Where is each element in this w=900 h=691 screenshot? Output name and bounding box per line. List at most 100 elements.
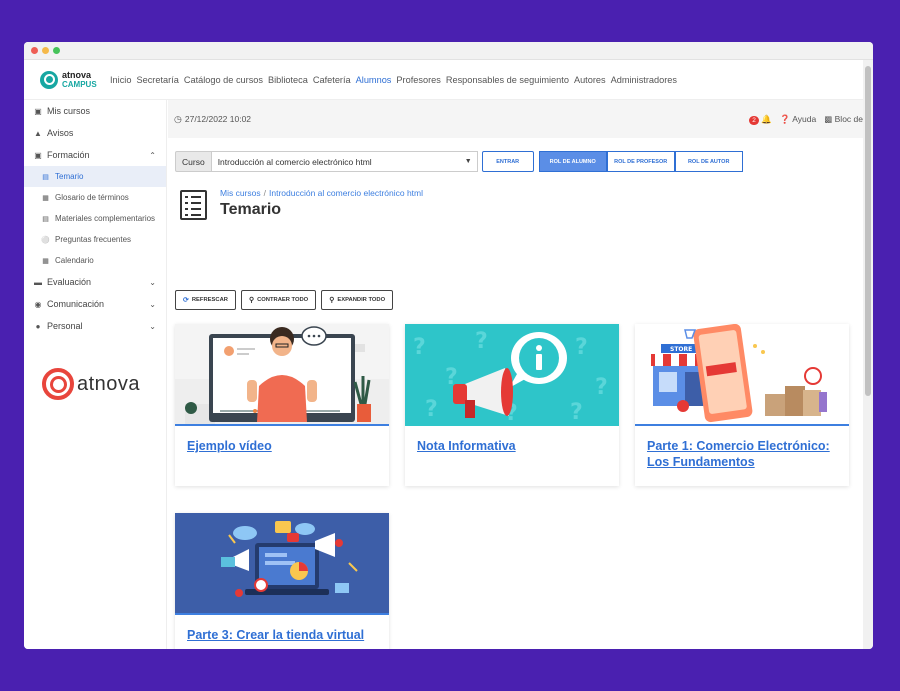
refresh-icon: ⟳: [183, 297, 189, 304]
help-link[interactable]: ❓ Ayuda: [780, 114, 816, 125]
help-label: Ayuda: [792, 113, 817, 124]
sidebar-subitem-calendario[interactable]: ▦ Calendario: [24, 250, 166, 271]
users-icon: ●: [35, 321, 41, 331]
lesson-card[interactable]: Ejemplo vídeo: [175, 324, 389, 486]
book-icon: ▣: [34, 106, 42, 116]
nav-link-administradores[interactable]: Administradores: [611, 75, 677, 85]
vertical-scrollbar[interactable]: [863, 60, 873, 649]
role-author-button[interactable]: ROL DE AUTOR: [674, 151, 743, 172]
sidebar-item-evaluacion[interactable]: ▬ Evaluación ⌄: [24, 271, 166, 293]
digital-marketing-illustration: [175, 513, 389, 613]
enter-button[interactable]: ENTRAR: [481, 151, 534, 172]
nav-link-profesores[interactable]: Profesores: [396, 75, 440, 85]
caret-down-icon: ▼: [464, 158, 472, 165]
sidebar-item-personal[interactable]: ● Personal ⌄: [24, 315, 166, 337]
notification-count-badge: 2: [749, 115, 759, 125]
nav-link-biblioteca[interactable]: Biblioteca: [268, 75, 308, 85]
zoom-in-icon: ⚲: [329, 297, 335, 304]
zoom-out-icon: ⚲: [248, 297, 255, 304]
expand-all-button[interactable]: ⚲ EXPANDIR TODO: [321, 290, 394, 310]
campus-logo[interactable]: atnova CAMPUS: [40, 69, 110, 89]
sidebar-subitem-glosario[interactable]: ▦ Glosario de términos: [24, 187, 166, 208]
breadcrumb-root-link[interactable]: Mis cursos: [220, 188, 261, 198]
logo-icon: [40, 70, 58, 89]
card-title[interactable]: Parte 3: Crear la tienda virtual: [175, 615, 389, 649]
svg-text:?: ?: [575, 335, 588, 360]
svg-text:?: ?: [425, 397, 438, 422]
card-title[interactable]: Ejemplo vídeo: [175, 426, 389, 466]
notes-icon: ▩: [824, 113, 833, 124]
sidebar-item-mis-cursos[interactable]: ▣ Mis cursos: [24, 100, 166, 122]
lesson-card[interactable]: STORE Parte 1: Comercio Electrónico: Los…: [635, 324, 849, 486]
sidebar-subitem-label: Materiales complementarios: [55, 214, 156, 223]
logo-line2: CAMPUS: [62, 79, 97, 89]
breadcrumb-current-link[interactable]: Introducción al comercio electrónico htm…: [269, 188, 423, 198]
course-selected-value: Introducción al comercio electrónico htm…: [217, 156, 372, 167]
notes-link[interactable]: ▩ Bloc de: [824, 114, 863, 125]
nav-links: Inicio Secretaría Catálogo de cursos Bib…: [110, 75, 677, 85]
sidebar-item-formacion[interactable]: ▣ Formación ⌃: [24, 144, 166, 166]
page-title: Temario: [220, 201, 282, 218]
help-icon: ❓: [779, 113, 791, 124]
atnova-brand-logo: atnova: [42, 368, 140, 400]
close-window-button[interactable]: [31, 47, 38, 54]
collapse-all-button[interactable]: ⚲ CONTRAER TODO: [240, 290, 317, 310]
sidebar-item-comunicacion[interactable]: ◉ Comunicación ⌄: [24, 293, 166, 315]
nav-link-cafeteria[interactable]: Cafetería: [313, 75, 351, 85]
role-student-button[interactable]: ROL DE ALUMNO: [538, 151, 607, 172]
sidebar-item-label: Formación: [47, 150, 90, 160]
megaphone-info-illustration: ??? ??? ??: [405, 324, 619, 424]
sidebar-subitem-preguntas[interactable]: ⚪ Preguntas frecuentes: [24, 229, 166, 250]
refresh-button[interactable]: ⟳ REFRESCAR: [175, 290, 236, 310]
card-title[interactable]: Parte 1: Comercio Electrónico: Los Funda…: [635, 426, 849, 482]
card-title[interactable]: Nota Informativa: [405, 426, 619, 466]
nav-link-inicio[interactable]: Inicio: [110, 75, 131, 85]
brand-wordmark: atnova: [77, 372, 141, 395]
nav-link-autores[interactable]: Autores: [574, 75, 606, 85]
role-teacher-button[interactable]: ROL DE PROFESOR: [606, 151, 675, 172]
sidebar: ▣ Mis cursos ▲ Avisos ▣ Formación ⌃ ▤ Te…: [24, 100, 167, 649]
maximize-window-button[interactable]: [53, 47, 60, 54]
nav-link-catalogo[interactable]: Catálogo de cursos: [184, 75, 263, 85]
minimize-window-button[interactable]: [42, 47, 49, 54]
sidebar-subitem-label: Glosario de términos: [55, 193, 129, 202]
chevron-up-icon: ⌃: [149, 150, 156, 160]
lesson-card[interactable]: Parte 3: Crear la tienda virtual: [175, 513, 389, 649]
course-select[interactable]: Introducción al comercio electrónico htm…: [211, 151, 478, 172]
nav-link-alumnos[interactable]: Alumnos: [356, 75, 392, 85]
sidebar-subitem-label: Temario: [55, 172, 84, 181]
syllabus-icon: [180, 190, 207, 220]
svg-text:?: ?: [570, 400, 583, 424]
sidebar-subitem-label: Preguntas frecuentes: [55, 235, 132, 244]
action-buttons: ⟳ REFRESCAR ⚲ CONTRAER TODO ⚲ EXPANDIR TODO: [175, 290, 394, 310]
graduation-icon: ▬: [34, 277, 42, 287]
scrollbar-thumb[interactable]: [865, 66, 871, 396]
sidebar-item-avisos[interactable]: ▲ Avisos: [24, 122, 166, 144]
bell-icon: 🔔: [761, 113, 772, 124]
sidebar-item-label: Mis cursos: [47, 106, 91, 116]
nav-link-secretaria[interactable]: Secretaría: [136, 75, 178, 85]
expand-all-label: EXPANDIR TODO: [337, 297, 386, 303]
svg-text:?: ?: [475, 329, 488, 354]
megaphone-icon: ▲: [34, 128, 42, 138]
svg-text:STORE: STORE: [670, 346, 692, 353]
svg-text:?: ?: [413, 335, 426, 360]
course-label: Curso: [175, 151, 212, 172]
lesson-card[interactable]: ??? ??? ?? Nota Informativa: [405, 324, 619, 486]
sidebar-subitem-temario[interactable]: ▤ Temario: [24, 166, 166, 187]
sidebar-item-label: Personal: [47, 321, 83, 331]
calendar-icon: ▦: [42, 257, 49, 265]
notifications-button[interactable]: 2 🔔: [749, 114, 772, 125]
list-icon: ▤: [42, 173, 49, 181]
sidebar-subitem-materiales[interactable]: ▤ Materiales complementarios: [24, 208, 166, 229]
logo-line1: atnova: [62, 69, 92, 80]
nav-link-responsables[interactable]: Responsables de seguimiento: [446, 75, 569, 85]
chevron-down-icon: ⌄: [149, 299, 156, 309]
sidebar-item-label: Avisos: [47, 128, 74, 138]
breadcrumb: Mis cursos / Introducción al comercio elec…: [220, 188, 424, 198]
status-bar: ◷ 27/12/2022 10:02 2 🔔 ❓ Ayuda ▩ Bloc de: [168, 100, 863, 138]
question-icon: ⚪: [41, 236, 50, 244]
top-navigation: atnova CAMPUS Inicio Secretaría Catálogo…: [24, 60, 863, 100]
current-datetime: 27/12/2022 10:02: [184, 114, 252, 124]
collapse-all-label: CONTRAER TODO: [257, 297, 309, 303]
